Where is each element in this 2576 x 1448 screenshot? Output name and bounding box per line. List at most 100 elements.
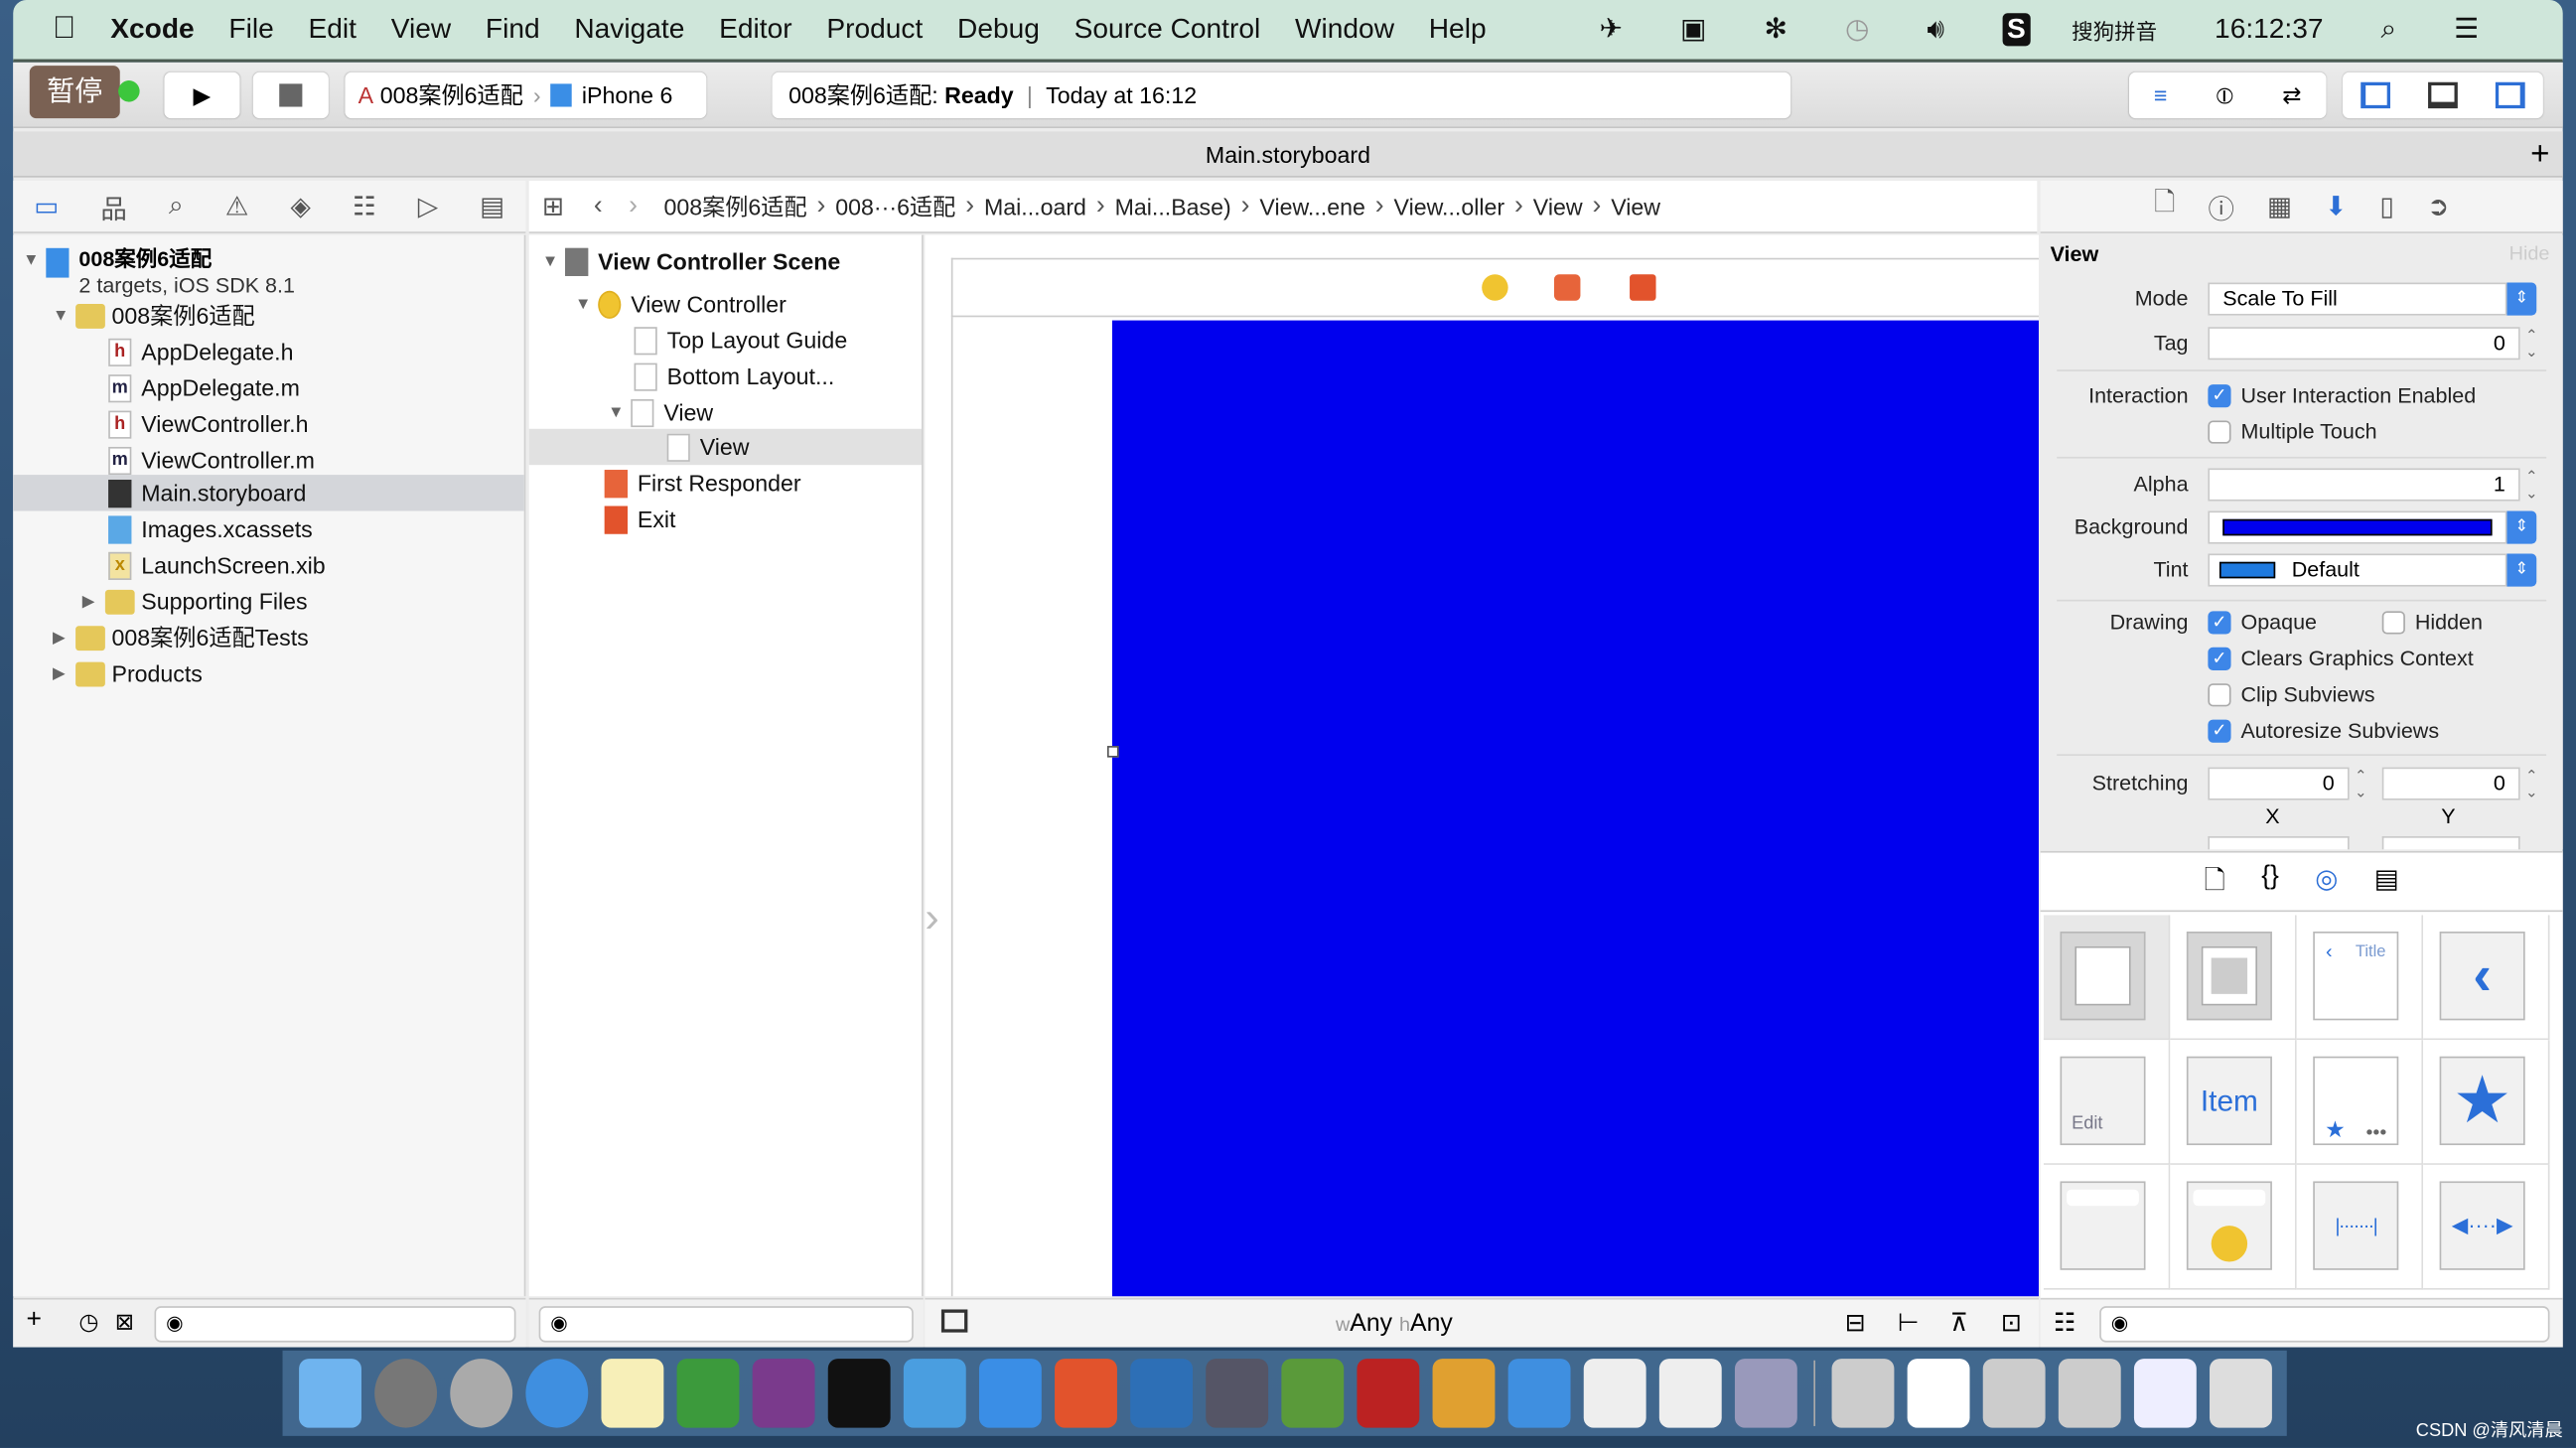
- forward-icon[interactable]: ›: [629, 192, 638, 221]
- menu-xcode[interactable]: Xcode: [110, 13, 194, 46]
- navigator-filter-input[interactable]: ◉: [154, 1306, 516, 1343]
- jump-project[interactable]: 008案例6适配: [663, 190, 806, 222]
- code-snippet-library-icon[interactable]: {}: [2261, 863, 2279, 908]
- dock-window-4[interactable]: [2058, 1359, 2121, 1428]
- clip-subviews-checkbox[interactable]: [2208, 683, 2231, 707]
- size-inspector-icon[interactable]: ▯: [2379, 190, 2394, 222]
- outline-top-layout-guide[interactable]: Top Layout Guide: [634, 322, 847, 358]
- opaque-checkbox[interactable]: ✓: [2208, 611, 2231, 635]
- outline-first-responder[interactable]: First Responder: [604, 465, 801, 501]
- quick-help-icon[interactable]: ⓘ: [2208, 187, 2233, 226]
- assistant-editor-icon[interactable]: ⦶: [2217, 81, 2233, 109]
- library-item-tab-bar-item[interactable]: ★: [2423, 1040, 2550, 1165]
- notes-icon[interactable]: [601, 1359, 664, 1428]
- menu-navigate[interactable]: Navigate: [574, 13, 684, 46]
- stop-button[interactable]: [252, 72, 329, 119]
- simulator-icon[interactable]: [978, 1359, 1042, 1428]
- tag-field[interactable]: 0: [2208, 327, 2520, 361]
- excel-icon[interactable]: [676, 1359, 740, 1428]
- sogou-icon[interactable]: S: [2002, 13, 2031, 47]
- multiple-touch-checkbox[interactable]: [2208, 420, 2231, 444]
- pencil-app-icon[interactable]: [1432, 1359, 1496, 1428]
- autoresize-subviews-checkbox[interactable]: ✓: [2208, 719, 2231, 743]
- finder-icon[interactable]: [299, 1359, 361, 1428]
- bluetooth-icon[interactable]: ✻: [1764, 13, 1788, 46]
- menu-window[interactable]: Window: [1295, 13, 1394, 46]
- test-navigator-icon[interactable]: ◈: [291, 190, 311, 222]
- camera-icon[interactable]: ▣: [1680, 13, 1707, 46]
- apple-icon[interactable]: : [53, 12, 76, 48]
- library-item-view-controller[interactable]: [2043, 915, 2171, 1041]
- trash-icon[interactable]: [2210, 1359, 2272, 1428]
- preview-icon[interactable]: [1734, 1359, 1797, 1428]
- airplane-icon[interactable]: ✈: [1600, 13, 1624, 46]
- pin-icon[interactable]: ⊢: [1898, 1308, 1920, 1337]
- menu-view[interactable]: View: [391, 13, 451, 46]
- standard-editor-icon[interactable]: ≡: [2154, 82, 2168, 108]
- library-item-toolbar[interactable]: Edit: [2043, 1040, 2171, 1165]
- library-item-search-display[interactable]: [2170, 1164, 2297, 1290]
- file-inspector-icon[interactable]: 🗋: [2154, 184, 2175, 228]
- jump-view[interactable]: View: [1533, 193, 1583, 218]
- instruments2-icon[interactable]: [1658, 1359, 1722, 1428]
- scm-filter-icon[interactable]: ⊠: [115, 1308, 134, 1336]
- jump-file[interactable]: Mai...oard: [984, 193, 1086, 218]
- safari-icon[interactable]: [525, 1359, 589, 1428]
- library-item-fixed-space[interactable]: |·······|: [2296, 1164, 2424, 1290]
- tree-item-appdelegate-m[interactable]: m AppDelegate.m: [108, 369, 300, 405]
- find-navigator-icon[interactable]: ⌕: [169, 192, 184, 221]
- menu-find[interactable]: Find: [486, 13, 540, 46]
- instruments-icon[interactable]: [1583, 1359, 1646, 1428]
- related-items-icon[interactable]: ⊞: [542, 190, 564, 222]
- align-icon[interactable]: ⊟: [1845, 1308, 1866, 1337]
- recent-files-icon[interactable]: ◷: [78, 1308, 98, 1336]
- launchpad-icon[interactable]: [450, 1359, 513, 1428]
- tree-item-main-storyboard[interactable]: Main.storyboard: [108, 475, 306, 510]
- user-interaction-checkbox[interactable]: ✓: [2208, 384, 2231, 408]
- library-item-bar-button-item[interactable]: Item: [2170, 1040, 2297, 1165]
- tag-stepper[interactable]: ⌃ ⌄: [2523, 327, 2540, 360]
- size-class-button[interactable]: wAny hAny: [1336, 1309, 1453, 1337]
- menu-source-control[interactable]: Source Control: [1074, 13, 1261, 46]
- add-tab-icon[interactable]: +: [2530, 131, 2549, 177]
- resolve-issues-icon[interactable]: ⊼: [1950, 1308, 1968, 1337]
- tint-select[interactable]: Default: [2208, 553, 2507, 587]
- pause-badge[interactable]: 暂停: [29, 66, 120, 119]
- outline-toggle-icon[interactable]: [940, 1309, 968, 1333]
- view-controller-icon[interactable]: [1482, 274, 1508, 301]
- library-item-navigation-item[interactable]: ‹: [2423, 915, 2550, 1041]
- jump-scene[interactable]: View...ene: [1259, 193, 1364, 218]
- terminal-icon[interactable]: [827, 1359, 891, 1428]
- jump-base[interactable]: Mai...Base): [1115, 193, 1231, 218]
- project-root[interactable]: ▼ 008案例6适配 2 targets, iOS SDK 8.1: [23, 241, 295, 297]
- exit-icon[interactable]: [1630, 274, 1656, 301]
- outline-scene[interactable]: ▼ View Controller Scene: [542, 243, 840, 279]
- notification-center-icon[interactable]: ☰: [2454, 13, 2479, 46]
- jump-group[interactable]: 008···6适配: [835, 190, 955, 222]
- resizing-behavior-icon[interactable]: ⊡: [2001, 1308, 2022, 1337]
- tree-item-tests[interactable]: ▶ 008案例6适配Tests: [53, 620, 309, 655]
- outline-filter-input[interactable]: ◉: [538, 1306, 914, 1343]
- system-preferences-icon[interactable]: [374, 1359, 438, 1428]
- stretch-x-stepper[interactable]: ⌃ ⌄: [2353, 768, 2369, 800]
- tree-item-supporting-files[interactable]: ▶ Supporting Files: [82, 583, 308, 619]
- storyboard-canvas[interactable]: ›: [925, 234, 2039, 1297]
- identity-inspector-icon[interactable]: ▦: [2267, 190, 2292, 222]
- alpha-stepper[interactable]: ⌃ ⌄: [2523, 468, 2540, 501]
- stretch-y-field[interactable]: 0: [2381, 767, 2520, 800]
- outline-view-controller[interactable]: ▼ View Controller: [575, 286, 787, 322]
- stretch-width-field[interactable]: [2208, 836, 2350, 850]
- onenote-icon[interactable]: [752, 1359, 815, 1428]
- library-item-flexible-space[interactable]: ◀····▶: [2423, 1164, 2550, 1290]
- powerpoint-icon[interactable]: [1055, 1359, 1117, 1428]
- xcode-icon[interactable]: [903, 1359, 966, 1428]
- screenshot-icon[interactable]: [1130, 1359, 1194, 1428]
- hidden-checkbox[interactable]: [2381, 611, 2405, 635]
- breakpoint-navigator-icon[interactable]: ▷: [418, 190, 438, 222]
- background-color-well[interactable]: [2208, 510, 2507, 544]
- jump-controller[interactable]: View...oller: [1394, 193, 1505, 218]
- background-popup-arrows-icon[interactable]: ⇕: [2506, 510, 2537, 544]
- first-responder-icon[interactable]: [1553, 274, 1581, 301]
- tint-popup-arrows-icon[interactable]: ⇕: [2506, 553, 2537, 587]
- library-item-search-bar[interactable]: [2043, 1164, 2171, 1290]
